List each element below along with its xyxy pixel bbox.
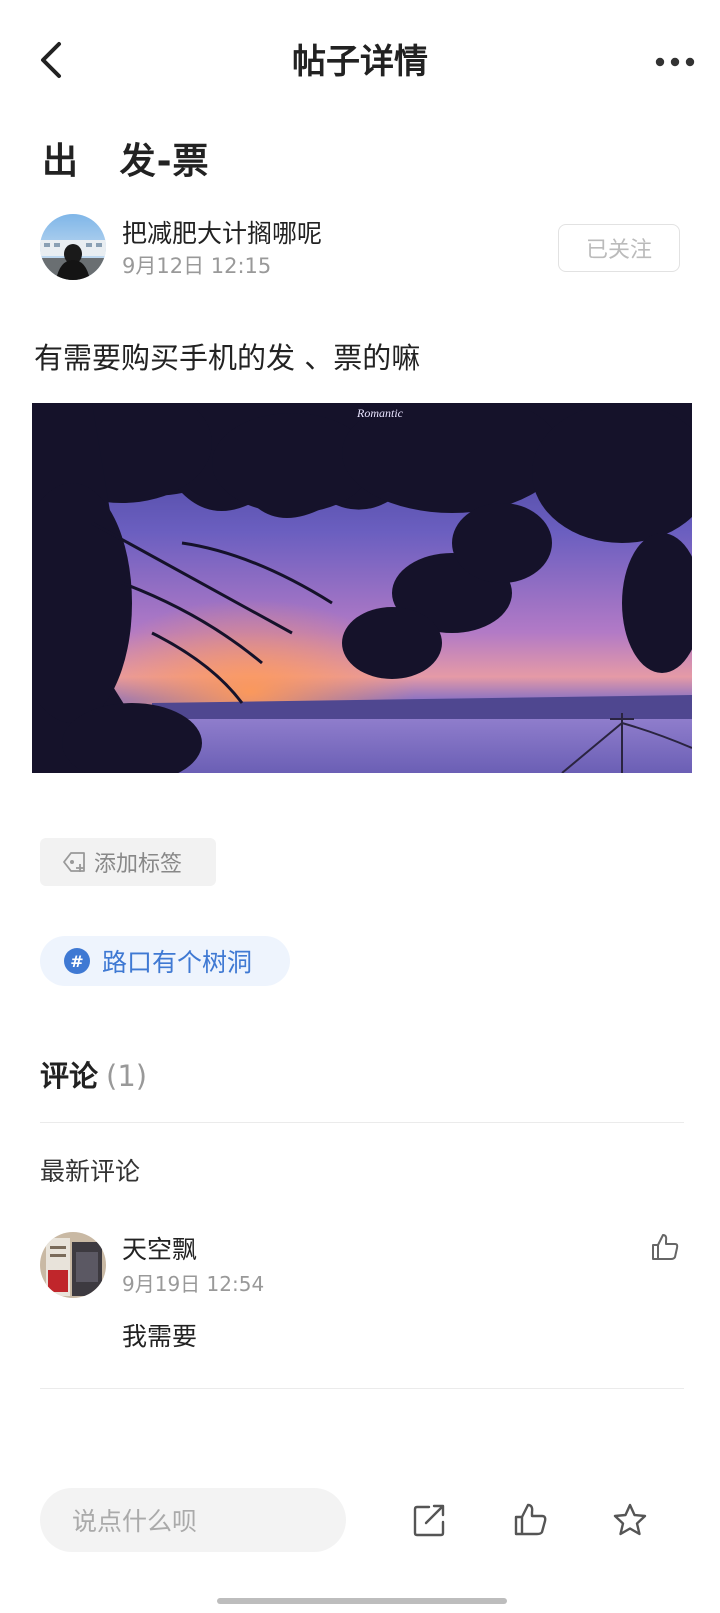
more-button[interactable] <box>650 44 700 80</box>
author-avatar[interactable] <box>40 214 106 280</box>
post-image[interactable]: Romantic <box>32 403 692 773</box>
comment-time: 9月19日 12:54 <box>122 1272 265 1296</box>
share-button[interactable] <box>410 1500 450 1540</box>
comments-heading: 评论 (1) <box>40 1054 147 1098</box>
share-icon <box>413 1504 445 1537</box>
topic-label: 路口有个树洞 <box>102 948 253 977</box>
hashtag-icon: # <box>64 948 90 974</box>
like-button[interactable] <box>510 1500 550 1540</box>
comment-input[interactable]: 说点什么呗 <box>40 1488 346 1552</box>
divider <box>40 1122 684 1123</box>
top-nav-bar: 帖子详情 <box>0 0 720 124</box>
comments-title: 评论 <box>40 1059 99 1093</box>
star-icon <box>613 1503 647 1536</box>
comment-item: 天空飘 9月19日 12:54 我需要 <box>40 1232 684 1362</box>
page-title: 帖子详情 <box>292 42 428 82</box>
post-title: 出 发-票 <box>42 141 210 182</box>
tag-add-icon <box>62 850 88 874</box>
add-tag-label: 添加标签 <box>94 852 183 877</box>
favorite-button[interactable] <box>610 1500 650 1540</box>
author-name[interactable]: 把减肥大计搁哪呢 <box>122 216 322 252</box>
comment-text: 我需要 <box>122 1322 198 1351</box>
divider <box>40 1388 684 1389</box>
more-dots-icon <box>655 57 695 67</box>
home-indicator <box>217 1598 507 1604</box>
comment-like-button[interactable] <box>650 1232 682 1264</box>
thumbs-up-icon <box>514 1503 547 1536</box>
comments-count: (1) <box>106 1059 148 1093</box>
commenter-avatar[interactable] <box>40 1232 106 1298</box>
bottom-action-bar: 说点什么呗 <box>0 1470 720 1570</box>
post-time: 9月12日 12:15 <box>122 254 272 278</box>
post-body: 有需要购买手机的发 、票的嘛 <box>34 341 421 375</box>
thumbs-up-icon <box>652 1234 679 1260</box>
image-watermark: Romantic <box>356 406 404 420</box>
follow-button[interactable]: 已关注 <box>558 224 680 272</box>
topic-chip[interactable]: # 路口有个树洞 <box>40 936 290 986</box>
commenter-name[interactable]: 天空飘 <box>122 1232 197 1268</box>
latest-comments-label: 最新评论 <box>40 1157 141 1186</box>
author-row: 把减肥大计搁哪呢 9月12日 12:15 已关注 <box>40 214 680 284</box>
add-tag-button[interactable]: 添加标签 <box>40 838 216 886</box>
